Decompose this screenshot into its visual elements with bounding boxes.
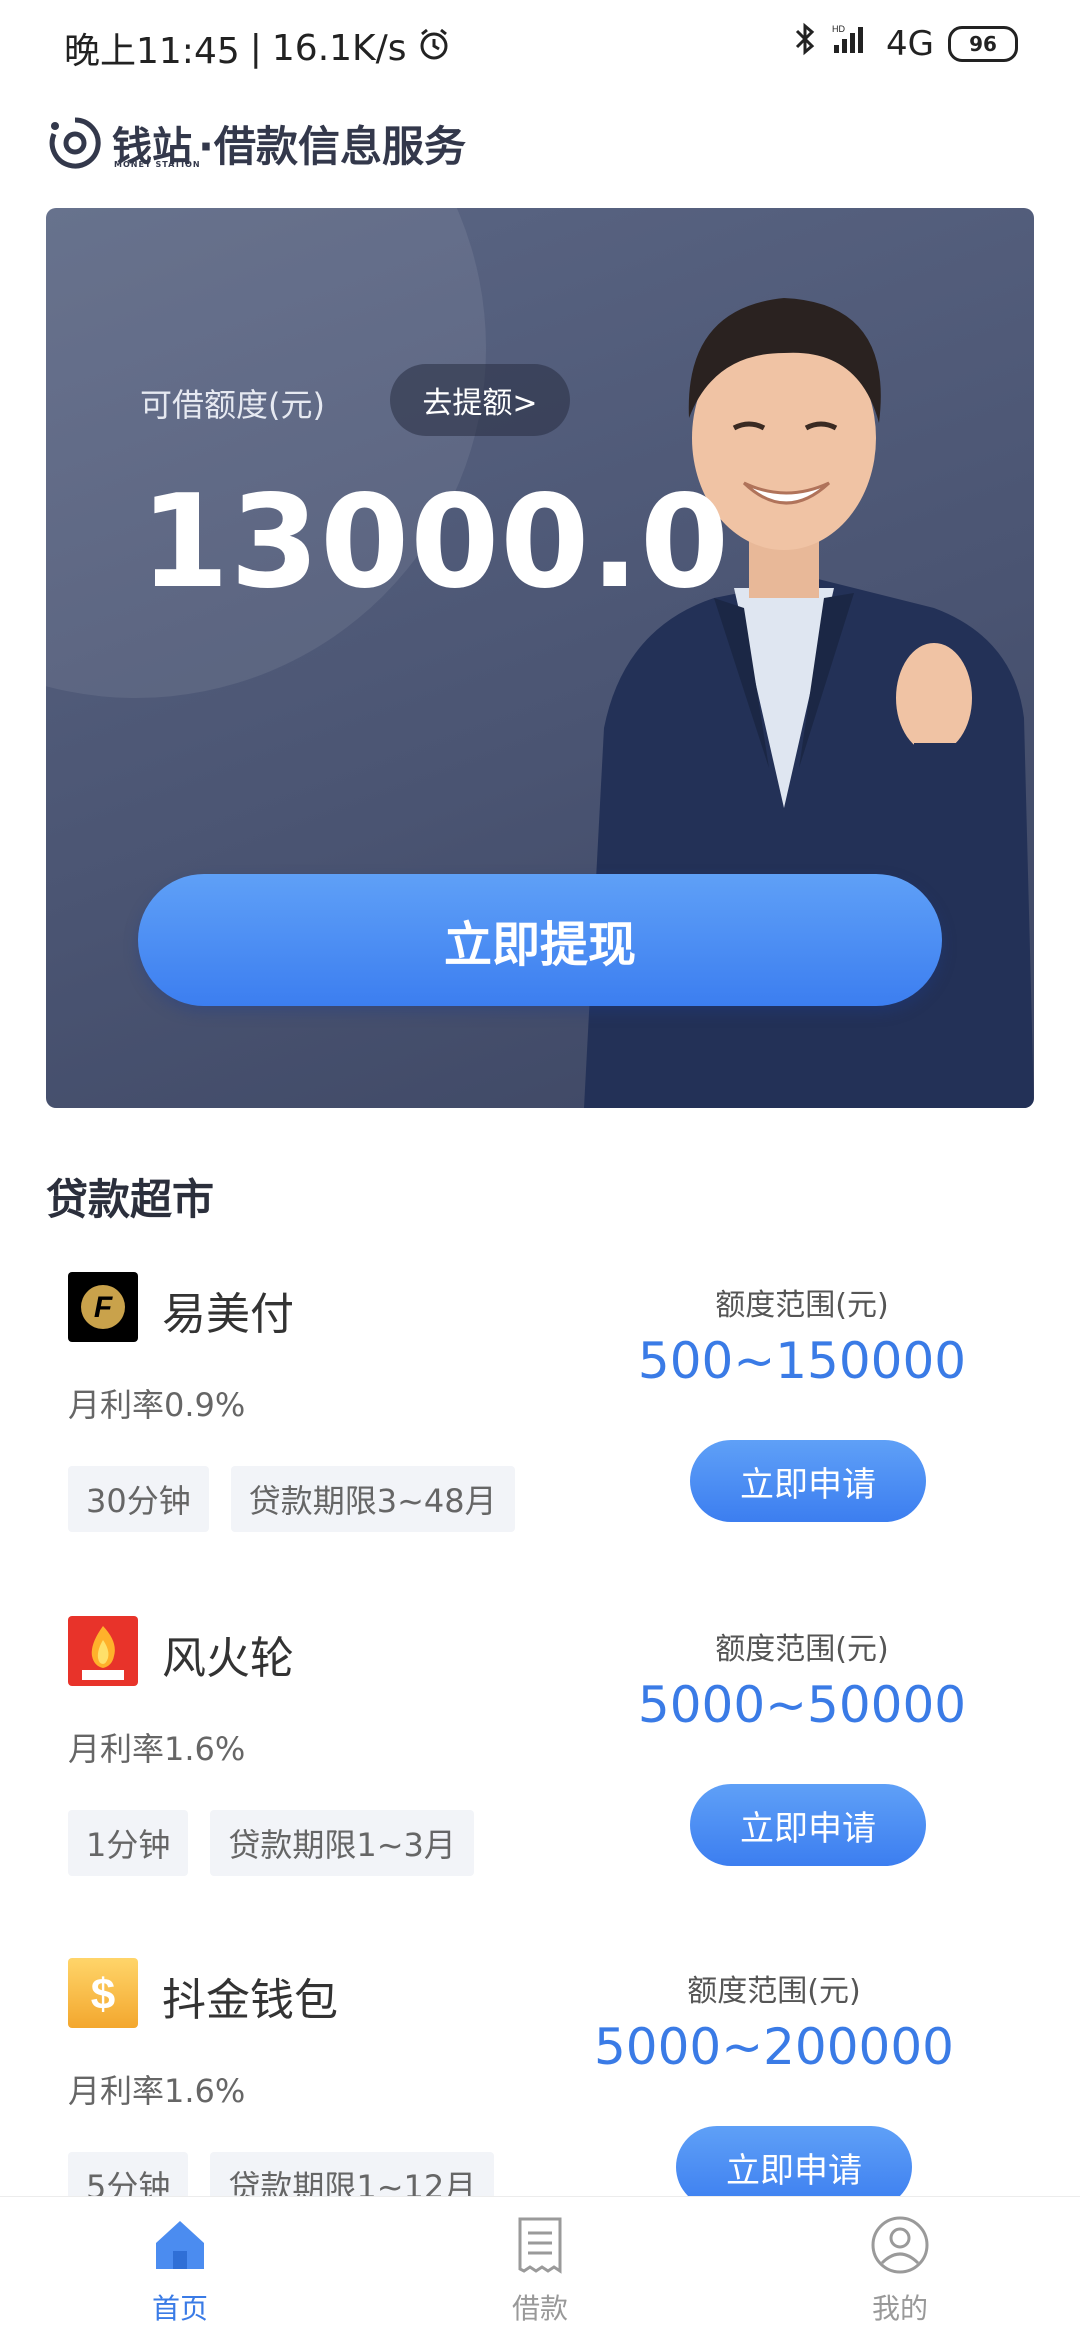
home-icon <box>156 2221 204 2269</box>
bluetooth-icon <box>792 22 818 65</box>
status-speed: 16.1K/s <box>271 27 407 69</box>
loan-tags: 30分钟 贷款期限3~48月 <box>68 1466 515 1532</box>
section-title: 贷款超市 <box>46 1175 215 1224</box>
nav-item-loan[interactable]: 借款 <box>360 2197 720 2341</box>
range-value: 500~150000 <box>637 1332 967 1390</box>
loan-tags: 1分钟 贷款期限1~3月 <box>68 1810 474 1876</box>
loan-name: 风火轮 <box>162 1633 294 1684</box>
loan-tag: 贷款期限1~3月 <box>210 1810 474 1876</box>
range-label: 额度范围(元) <box>687 1974 861 2009</box>
nav-label: 我的 <box>871 2292 928 2325</box>
loan-name: 抖金钱包 <box>162 1975 338 2026</box>
page-title: ·借款信息服务 <box>198 121 466 171</box>
loan-name: 易美付 <box>162 1289 294 1340</box>
status-left: 晚上11:45 | 16.1K/s <box>64 22 451 74</box>
battery-icon: 96 <box>948 25 1018 62</box>
doujin-wallet-logo-icon: $ <box>68 1958 138 2028</box>
loan-tag: 1分钟 <box>68 1810 189 1876</box>
loan-item: 风火轮 月利率1.6% 1分钟 贷款期限1~3月 额度范围(元) 5000~50… <box>68 1616 1012 1916</box>
credit-banner: 可借额度(元) 去提额> 13000.0 立即提现 <box>46 208 1034 1108</box>
status-right: HD 4G 96 <box>792 22 1018 65</box>
alarm-icon <box>417 27 451 70</box>
svg-text:HD: HD <box>832 24 845 34</box>
brand-subtitle: MONEY STATION <box>114 160 201 169</box>
range-value: 5000~200000 <box>593 2018 954 2076</box>
nav-item-home[interactable]: 首页 <box>0 2197 360 2341</box>
range-label: 额度范围(元) <box>715 1632 889 1667</box>
svg-text:$: $ <box>91 1970 115 2019</box>
user-icon <box>871 2216 929 2274</box>
range-label: 额度范围(元) <box>715 1288 889 1323</box>
nav-label: 首页 <box>151 2292 208 2325</box>
loan-item: F 易美付 月利率0.9% 30分钟 贷款期限3~48月 额度范围(元) 500… <box>68 1272 1012 1572</box>
network-type: 4G <box>886 23 934 64</box>
loan-tag: 30分钟 <box>68 1466 209 1532</box>
status-bar: 晚上11:45 | 16.1K/s HD 4G 96 <box>0 0 1080 100</box>
apply-button[interactable]: 立即申请 <box>690 1784 926 1866</box>
bottom-nav: 首页 借款 我的 <box>0 2196 1080 2341</box>
signal-icon: HD <box>832 23 872 64</box>
nav-label: 借款 <box>511 2292 568 2325</box>
battery-level: 96 <box>969 31 997 56</box>
brand-name: 钱站 MONEY STATION <box>112 114 200 172</box>
status-time: 晚上11:45 <box>64 31 240 72</box>
document-icon <box>518 2217 562 2274</box>
loan-tag: 贷款期限3~48月 <box>230 1466 515 1532</box>
credit-amount: 13000.0 <box>140 468 730 617</box>
apply-button[interactable]: 立即申请 <box>690 1440 926 1522</box>
raise-limit-button[interactable]: 去提额> <box>390 364 570 436</box>
svg-text:F: F <box>94 1291 113 1324</box>
nav-item-mine[interactable]: 我的 <box>720 2197 1080 2341</box>
range-value: 5000~50000 <box>637 1676 967 1734</box>
yimeifu-logo-icon: F <box>68 1272 138 1342</box>
loan-rate: 月利率0.9% <box>68 1386 246 1424</box>
brand-logo-icon <box>46 114 104 172</box>
app-header: 钱站 MONEY STATION ·借款信息服务 <box>46 108 466 178</box>
loan-rate: 月利率1.6% <box>68 2072 246 2110</box>
fenghuolun-logo-icon <box>68 1616 138 1686</box>
credit-label: 可借额度(元) <box>140 386 325 424</box>
loan-rate: 月利率1.6% <box>68 1730 246 1768</box>
withdraw-button[interactable]: 立即提现 <box>138 874 942 1006</box>
banner-decor-circle <box>46 208 486 698</box>
status-divider: | <box>249 27 262 69</box>
